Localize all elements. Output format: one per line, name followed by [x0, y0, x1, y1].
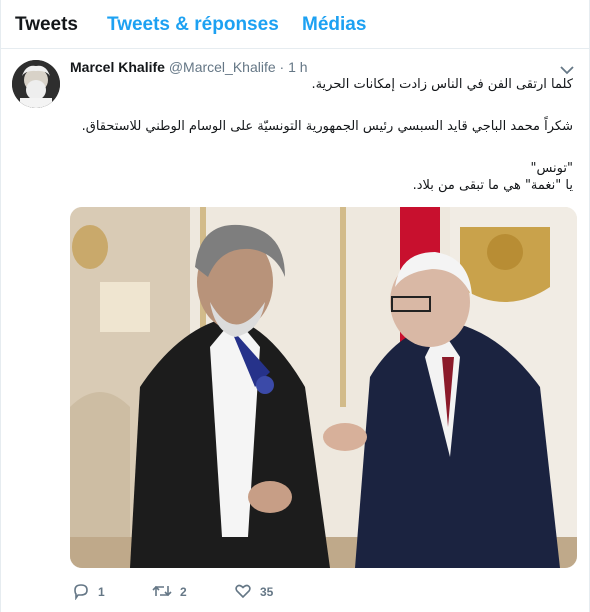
tweet-photo[interactable]: [70, 207, 577, 568]
tab-tweets[interactable]: Tweets: [15, 14, 78, 36]
heart-icon: [234, 582, 260, 603]
avatar[interactable]: [12, 60, 60, 108]
like-button[interactable]: 35: [234, 580, 273, 604]
tweet-timestamp[interactable]: 1 h: [288, 59, 307, 75]
retweet-count: 2: [180, 585, 187, 599]
retweet-icon: [152, 582, 180, 603]
tweet-text-line-1: كلما ارتقى الفن في الناس زادت إمكانات ال…: [311, 77, 573, 92]
tab-tweets-and-replies[interactable]: Tweets & réponses: [107, 14, 279, 36]
reply-button[interactable]: 1: [72, 580, 105, 604]
author-handle[interactable]: @Marcel_Khalife: [169, 59, 276, 75]
tweet-text-line-2: شكراً محمد الباجي قايد السبسي رئيس الجمه…: [81, 119, 573, 134]
tweet-header: Marcel Khalife @Marcel_Khalife · 1 h: [70, 59, 308, 75]
chevron-down-icon[interactable]: [560, 62, 574, 75]
profile-tabs: Tweets Tweets & réponses Médias: [0, 0, 590, 49]
author-name[interactable]: Marcel Khalife: [70, 59, 165, 75]
column-border-left: [0, 0, 1, 612]
reply-icon: [72, 582, 98, 603]
retweet-button[interactable]: 2: [152, 580, 187, 604]
separator-dot: ·: [279, 59, 285, 75]
tweet-text-line-4: يا "نغمة" هي ما تبقى من بلاد.: [412, 178, 573, 193]
tab-media[interactable]: Médias: [302, 14, 366, 36]
tweet-actions: 1 2 35: [70, 580, 570, 604]
tweet-text-line-3: "تونس": [530, 161, 574, 176]
like-count: 35: [260, 585, 274, 599]
reply-count: 1: [98, 585, 105, 599]
